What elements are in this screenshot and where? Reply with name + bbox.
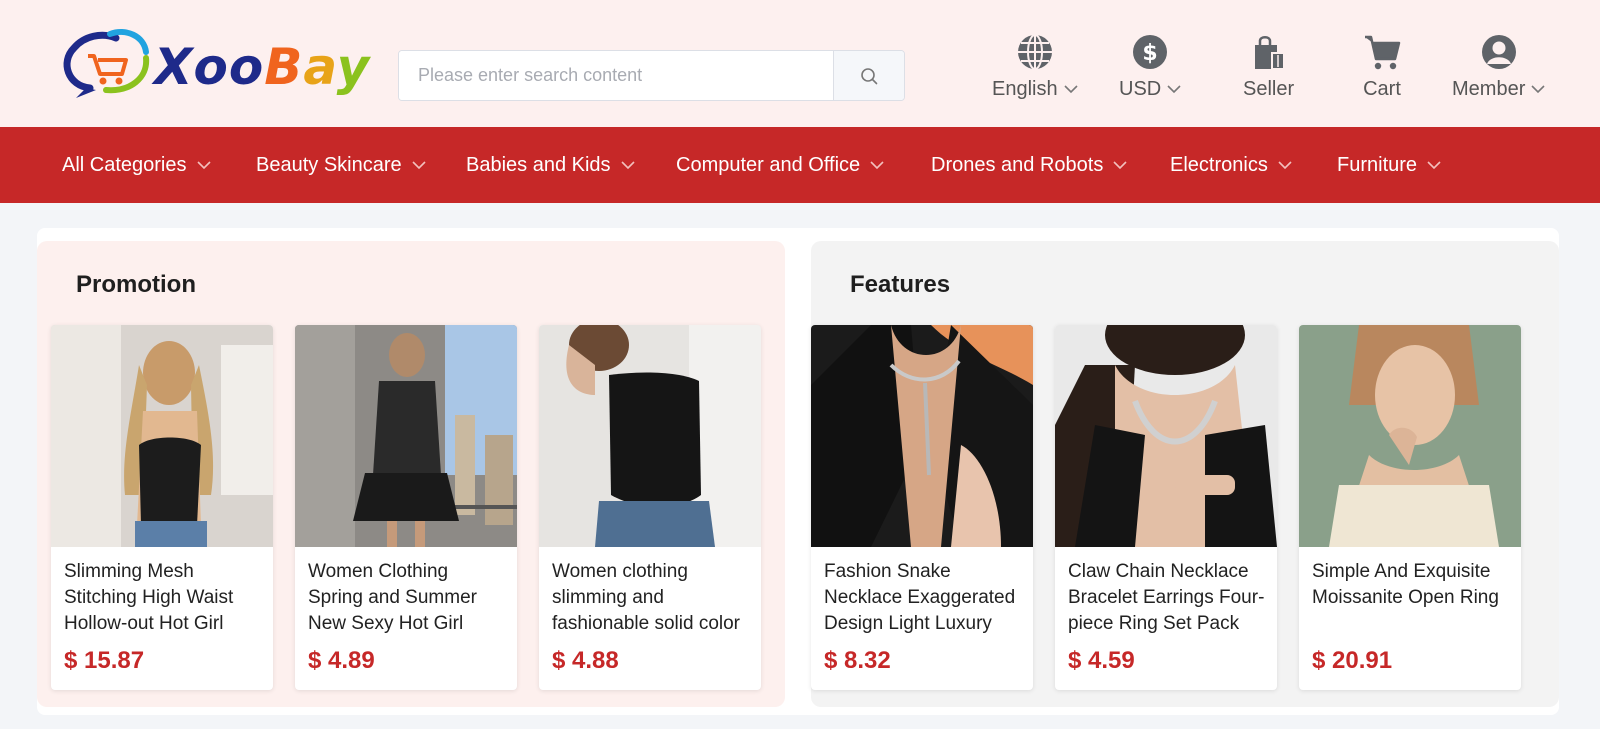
chevron-down-icon — [620, 160, 635, 169]
product-name: Claw Chain Necklace Bracelet Earrings Fo… — [1068, 561, 1265, 634]
nav-item-electronics[interactable]: Electronics — [1170, 127, 1292, 203]
logo-cart-icon — [63, 29, 150, 98]
search-button[interactable] — [833, 51, 904, 100]
currency-label: USD — [1119, 78, 1162, 100]
globe-icon — [1017, 34, 1052, 70]
product-card[interactable]: Women Clothing Spring and Summer New Sex… — [295, 325, 517, 690]
cart-link[interactable]: Cart — [1362, 32, 1402, 102]
seller-label: Seller — [1243, 78, 1295, 100]
product-price: $ 8.32 — [824, 647, 891, 674]
chevron-down-icon — [1167, 85, 1181, 94]
chevron-down-icon — [1113, 160, 1127, 169]
product-image — [811, 325, 1033, 547]
chevron-down-icon — [196, 160, 211, 169]
site-header: XooBay English — [0, 0, 1600, 127]
nav-item-label: Furniture — [1337, 153, 1418, 176]
product-name: Women Clothing Spring and Summer New Sex… — [308, 561, 477, 634]
currency-selector[interactable]: $ USD — [1119, 32, 1181, 102]
brand-wordmark: XooBay — [154, 38, 371, 96]
product-card[interactable]: Fashion Snake Necklace Exaggerated Desig… — [811, 325, 1033, 690]
nav-item-label: Babies and Kids — [466, 153, 611, 176]
product-name: Fashion Snake Necklace Exaggerated Desig… — [824, 561, 1016, 634]
promotion-panel: Promotion Slimming Mesh Stitching High W… — [37, 241, 785, 707]
chevron-down-icon — [412, 160, 426, 169]
nav-item-drones-and-robots[interactable]: Drones and Robots — [931, 127, 1127, 203]
nav-item-label: Beauty Skincare — [256, 153, 402, 176]
product-image — [51, 325, 273, 547]
chevron-down-icon — [1531, 85, 1545, 94]
user-avatar-icon — [1481, 35, 1516, 69]
nav-item-computer-and-office[interactable]: Computer and Office — [676, 127, 884, 203]
chevron-down-icon — [870, 160, 884, 169]
product-price: $ 20.91 — [1312, 647, 1393, 674]
product-price: $ 15.87 — [64, 647, 145, 674]
category-nav: All Categories Beauty Skincare Babies an… — [0, 127, 1600, 203]
product-card[interactable]: Slimming Mesh Stitching High Waist Hollo… — [51, 325, 273, 690]
svg-text:$: $ — [1142, 41, 1157, 66]
product-price: $ 4.88 — [552, 647, 619, 674]
member-label: Member — [1452, 78, 1526, 100]
language-label: English — [992, 78, 1058, 100]
product-card[interactable]: Women clothing slimming and fashionable … — [539, 325, 761, 690]
home-sections: Promotion Slimming Mesh Stitching High W… — [37, 228, 1559, 715]
product-image — [295, 325, 517, 547]
chevron-down-icon — [1427, 160, 1441, 169]
dollar-coin-icon: $ — [1133, 35, 1168, 69]
cart-label: Cart — [1363, 78, 1401, 100]
chevron-down-icon — [1278, 160, 1292, 169]
chevron-down-icon — [1064, 85, 1078, 94]
product-name: Simple And Exquisite Moissanite Open Rin… — [1312, 561, 1499, 608]
product-name: Slimming Mesh Stitching High Waist Hollo… — [64, 561, 234, 634]
language-selector[interactable]: English — [992, 32, 1078, 102]
product-card[interactable]: Claw Chain Necklace Bracelet Earrings Fo… — [1055, 325, 1277, 690]
section-title: Promotion — [76, 271, 196, 298]
cart-icon — [1365, 35, 1401, 70]
section-title: Features — [850, 271, 951, 298]
shopping-bag-icon — [1254, 36, 1285, 70]
brand-logo[interactable]: XooBay — [62, 28, 369, 100]
nav-item-label: All Categories — [62, 153, 187, 176]
nav-item-beauty-skincare[interactable]: Beauty Skincare — [256, 127, 426, 203]
seller-link[interactable]: Seller — [1243, 32, 1294, 102]
product-image — [1299, 325, 1521, 547]
product-image — [1055, 325, 1277, 547]
product-price: $ 4.89 — [308, 647, 375, 674]
nav-item-babies-and-kids[interactable]: Babies and Kids — [466, 127, 635, 203]
nav-item-furniture[interactable]: Furniture — [1337, 127, 1441, 203]
product-image — [539, 325, 761, 547]
nav-item-all-categories[interactable]: All Categories — [62, 127, 211, 203]
product-card[interactable]: Simple And Exquisite Moissanite Open Rin… — [1299, 325, 1521, 690]
search-input[interactable] — [399, 51, 833, 100]
member-menu[interactable]: Member — [1452, 32, 1545, 102]
nav-item-label: Drones and Robots — [931, 153, 1104, 176]
search-icon — [861, 67, 878, 84]
nav-item-label: Electronics — [1170, 153, 1268, 176]
product-name: Women clothing slimming and fashionable … — [552, 561, 741, 634]
product-price: $ 4.59 — [1068, 647, 1135, 674]
nav-item-label: Computer and Office — [676, 153, 861, 176]
search-bar — [398, 50, 905, 101]
features-panel: Features Fashion Snake Necklace Exaggera… — [811, 241, 1559, 707]
